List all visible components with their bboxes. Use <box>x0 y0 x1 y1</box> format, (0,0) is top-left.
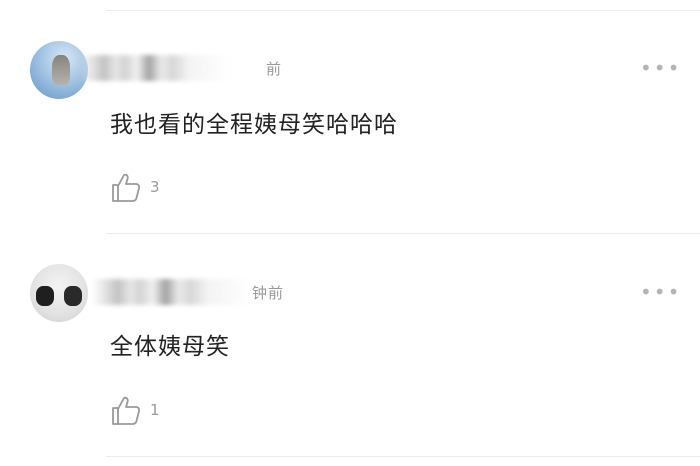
comment-timestamp: 前 <box>266 60 283 78</box>
like-count: 3 <box>150 178 160 196</box>
divider <box>106 456 700 457</box>
thumbs-up-icon <box>110 394 142 426</box>
like-button[interactable]: 1 <box>110 393 160 427</box>
comment-text: 我也看的全程姨母笑哈哈哈 <box>110 112 398 138</box>
like-button[interactable]: 3 <box>110 170 160 204</box>
comment-timestamp: 钟前 <box>252 284 285 302</box>
username-blurred <box>92 279 252 305</box>
more-options-button[interactable]: ••• <box>640 58 681 78</box>
thumbs-up-icon <box>110 171 142 203</box>
more-options-button[interactable]: ••• <box>640 282 681 302</box>
divider <box>106 10 700 11</box>
username-blurred <box>80 55 230 81</box>
like-count: 1 <box>150 401 160 419</box>
divider <box>106 233 700 234</box>
avatar[interactable] <box>30 264 88 322</box>
comment-list: 前 ••• 我也看的全程姨母笑哈哈哈 3 钟前 ••• 全体姨母笑 1 <box>0 0 700 466</box>
comment-text: 全体姨母笑 <box>110 334 230 360</box>
